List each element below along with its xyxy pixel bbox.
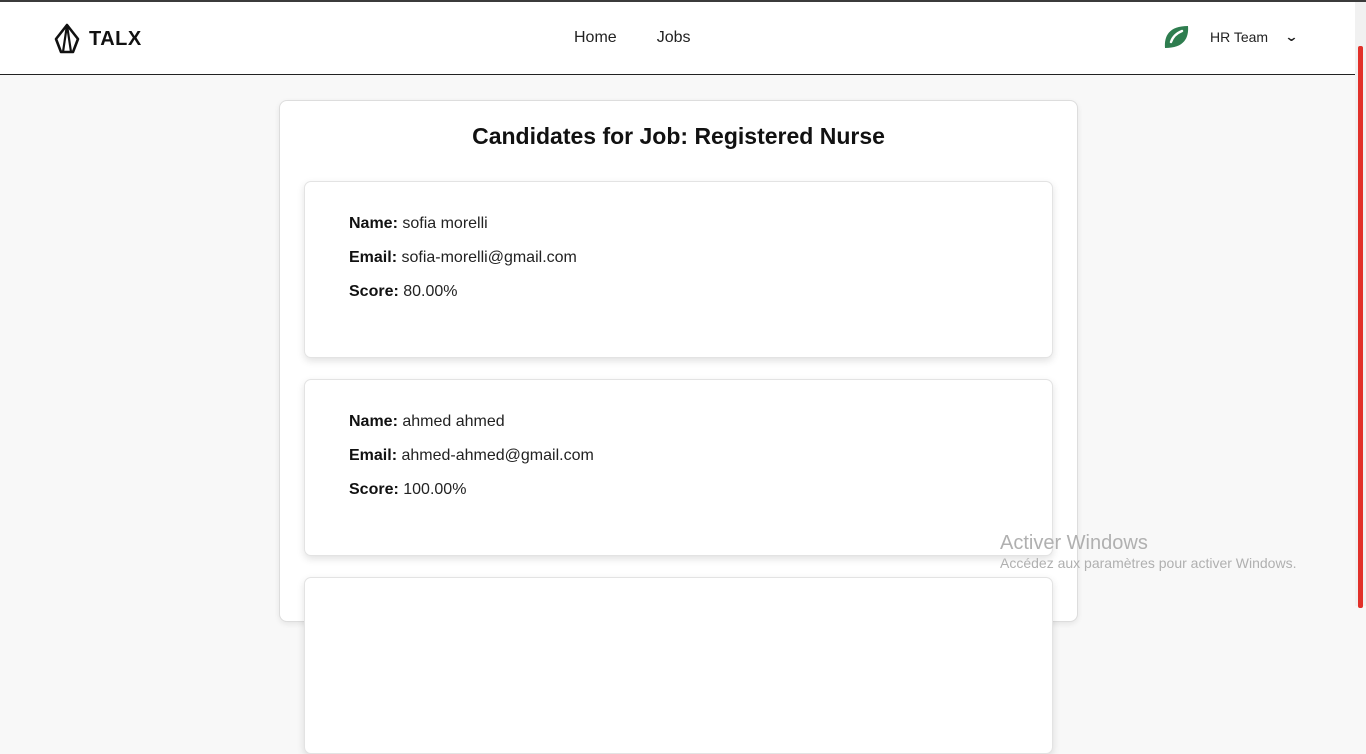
navbar: TALX Home Jobs HR Team ⌄ (0, 2, 1355, 75)
score-value: 80.00% (403, 283, 458, 300)
watermark-subtitle: Accédez aux paramètres pour activer Wind… (1000, 555, 1297, 571)
user-name: HR Team (1210, 29, 1269, 45)
candidate-card: Name: sofia morelli Email: sofia-morelli… (304, 181, 1053, 358)
candidate-email: Email: sofia-morelli@gmail.com (349, 249, 577, 267)
leaf-avatar-icon (1164, 26, 1189, 48)
name-label: Name: (349, 215, 398, 232)
name-value: sofia morelli (402, 215, 488, 232)
windows-activation-watermark: Activer Windows Accédez aux paramètres p… (1000, 532, 1296, 572)
candidate-score: Score: 80.00% (349, 283, 458, 301)
name-value: ahmed ahmed (402, 413, 505, 430)
nav-link-home[interactable]: Home (574, 29, 617, 47)
candidate-card: Name: ahmed ahmed Email: ahmed-ahmed@gma… (304, 379, 1053, 556)
score-label: Score: (349, 481, 399, 498)
main-nav: Home Jobs (574, 29, 690, 47)
name-label: Name: (349, 413, 398, 430)
page-scrollbar[interactable] (1355, 2, 1366, 608)
user-menu[interactable]: HR Team ⌄ (1161, 22, 1299, 52)
candidate-name: Name: sofia morelli (349, 215, 488, 233)
candidate-score: Score: 100.00% (349, 481, 466, 499)
candidate-card-partial (304, 577, 1053, 754)
watermark-title: Activer Windows (1000, 532, 1148, 554)
scrollbar-thumb[interactable] (1358, 46, 1363, 608)
score-value: 100.00% (403, 481, 467, 498)
email-label: Email: (349, 249, 398, 266)
email-value: sofia-morelli@gmail.com (401, 249, 577, 266)
score-label: Score: (349, 283, 399, 300)
candidate-email: Email: ahmed-ahmed@gmail.com (349, 447, 594, 465)
nav-link-jobs[interactable]: Jobs (657, 29, 691, 47)
email-value: ahmed-ahmed@gmail.com (401, 447, 594, 464)
talx-logo-icon (54, 23, 80, 54)
page-title: Candidates for Job: Registered Nurse (472, 123, 885, 149)
brand-logo[interactable]: TALX (53, 23, 142, 55)
email-label: Email: (349, 447, 398, 464)
candidates-panel: Candidates for Job: Registered Nurse Nam… (279, 100, 1078, 754)
candidate-name: Name: ahmed ahmed (349, 413, 505, 431)
chevron-down-icon[interactable]: ⌄ (1284, 29, 1298, 45)
brand-name: TALX (89, 27, 142, 50)
